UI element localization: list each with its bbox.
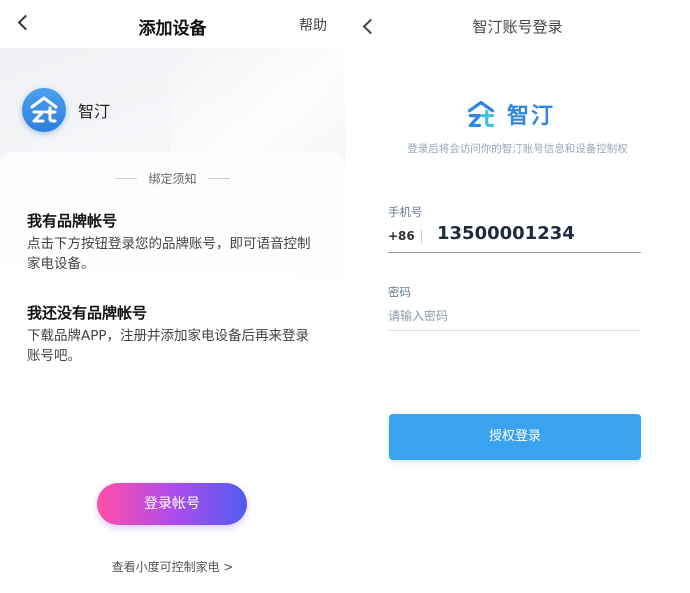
password-underline (388, 330, 641, 331)
page-title: 添加设备 (138, 19, 207, 39)
password-input[interactable] (388, 309, 638, 323)
page-title: 智汀账号登录 (472, 18, 563, 36)
header: 智汀账号登录 (345, 0, 690, 52)
add-device-screen: 添加设备 帮助 智汀 绑定须知 我有品牌帐号 点击下方按钮登录您的品牌账号，即可… (0, 0, 345, 593)
controllable-appliances-link[interactable]: 查看小度可控制家电 > (0, 558, 345, 575)
phone-input[interactable] (437, 223, 637, 244)
authorize-login-button[interactable]: 授权登录 (389, 414, 641, 460)
login-subtitle: 登录后将会访问你的智汀账号信息和设备控制权 (407, 143, 628, 155)
phone-underline (388, 252, 641, 253)
notice-heading: 绑定须知 (148, 172, 197, 186)
no-account-title: 我还没有品牌帐号 (27, 304, 148, 322)
brand-name: 智汀 (78, 102, 111, 121)
country-code[interactable]: +86 (388, 229, 415, 243)
no-account-body: 下载品牌APP，注册并添加家电设备后再来登录账号吧。 (27, 328, 310, 364)
zhiting-logo-icon (22, 88, 66, 132)
field-separator (421, 230, 422, 243)
hero-highlight (170, 48, 345, 158)
brand-name: 智汀 (507, 104, 556, 129)
divider-right (208, 178, 230, 179)
header: 添加设备 帮助 (0, 0, 345, 48)
zhiting-logo-icon (467, 100, 495, 128)
brand-row: 智汀 (22, 88, 110, 132)
phone-label: 手机号 (388, 205, 423, 219)
login-account-button[interactable]: 登录帐号 (97, 483, 247, 525)
brand-logo: 智汀 (463, 96, 555, 132)
password-label: 密码 (388, 285, 411, 299)
has-account-title: 我有品牌帐号 (27, 212, 118, 230)
zhiting-login-screen: 智汀账号登录 智汀 登录后将会访问你的智汀账号信息和设备控制权 手机号 +86 … (345, 0, 690, 593)
has-account-body: 点击下方按钮登录您的品牌账号，即可语音控制家电设备。 (27, 236, 311, 272)
help-link[interactable]: 帮助 (299, 15, 327, 35)
